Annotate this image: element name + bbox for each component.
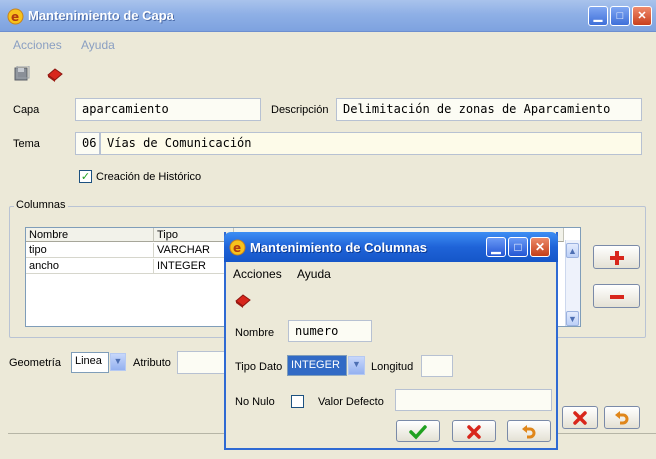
menu-ayuda[interactable]: Ayuda: [81, 38, 115, 52]
maximize-icon: □: [514, 240, 522, 254]
dialog-logo-icon: e: [229, 239, 246, 256]
plus-icon: [609, 251, 624, 265]
minimize-icon: ▁: [491, 240, 501, 254]
historico-checkbox[interactable]: ✓: [79, 170, 92, 183]
close-button[interactable]: ✕: [632, 6, 652, 26]
atributo-field[interactable]: [177, 351, 227, 374]
svg-text:e: e: [11, 10, 19, 24]
add-column-button[interactable]: [593, 245, 640, 269]
dialog-menu-ayuda[interactable]: Ayuda: [297, 267, 331, 281]
nombre-field[interactable]: numero: [288, 320, 372, 342]
capa-field[interactable]: aparcamiento: [75, 98, 261, 121]
header-tipo[interactable]: Tipo: [154, 228, 234, 242]
close-icon: ✕: [637, 10, 647, 22]
valor-defecto-label: Valor Defecto: [318, 396, 384, 408]
save-icon: [14, 65, 30, 81]
delete-toolbar-button[interactable]: [46, 66, 64, 82]
window-title: Mantenimiento de Capa: [28, 8, 174, 23]
tema-field[interactable]: Vías de Comunicación: [100, 132, 642, 155]
dialog-accept-button[interactable]: [396, 420, 440, 442]
dialog-title: Mantenimiento de Columnas: [250, 240, 427, 255]
tipo-dato-label: Tipo Dato: [235, 361, 283, 373]
descripcion-label: Descripción: [271, 104, 329, 116]
undo-icon: [522, 425, 536, 439]
dialog-maximize-button[interactable]: □: [508, 237, 528, 257]
menu-acciones[interactable]: Acciones: [13, 38, 62, 52]
dialog-cancel-button[interactable]: [452, 420, 496, 442]
minimize-button[interactable]: ▁: [588, 6, 608, 26]
cancel-button[interactable]: [562, 406, 598, 429]
table-cell[interactable]: VARCHAR: [154, 243, 234, 258]
cross-icon: [467, 425, 481, 439]
checkmark-icon: ✓: [80, 171, 91, 183]
dialog-close-button[interactable]: ✕: [530, 237, 550, 257]
geometria-select[interactable]: Linea: [71, 352, 109, 373]
scroll-down-button[interactable]: ▼: [566, 311, 579, 326]
columnas-group-title: Columnas: [14, 199, 68, 211]
no-nulo-label: No Nulo: [235, 396, 275, 408]
tema-code-field[interactable]: 06: [75, 132, 100, 155]
remove-column-button[interactable]: [593, 284, 640, 308]
longitud-label: Longitud: [371, 361, 414, 373]
tema-label: Tema: [13, 138, 40, 150]
historico-label: Creación de Histórico: [96, 171, 202, 183]
eraser-icon: [47, 68, 63, 82]
table-cell[interactable]: INTEGER: [154, 259, 234, 274]
cross-icon: [573, 411, 587, 425]
dialog-minimize-button[interactable]: ▁: [486, 237, 506, 257]
table-cell[interactable]: tipo: [26, 243, 154, 258]
app-logo-icon: e: [7, 8, 24, 25]
geometria-label: Geometría: [9, 357, 61, 369]
dialog-menu-acciones[interactable]: Acciones: [233, 267, 282, 281]
valor-defecto-field[interactable]: [395, 389, 552, 411]
capa-label: Capa: [13, 104, 40, 116]
undo-icon: [615, 411, 629, 425]
atributo-label: Atributo: [133, 357, 171, 369]
minimize-icon: ▁: [593, 10, 603, 22]
svg-text:e: e: [233, 241, 241, 255]
nombre-label: Nombre: [235, 327, 275, 339]
geometria-dropdown-button[interactable]: ▼: [110, 353, 126, 371]
chevron-down-icon: ▼: [352, 359, 361, 369]
close-icon: ✕: [534, 240, 546, 254]
undo-button[interactable]: [604, 406, 640, 429]
descripcion-field[interactable]: Delimitación de zonas de Aparcamiento: [336, 98, 642, 121]
no-nulo-checkbox[interactable]: [291, 395, 304, 408]
maximize-icon: □: [616, 10, 624, 22]
tipo-dato-select[interactable]: INTEGER: [287, 355, 347, 376]
dialog-delete-button[interactable]: [234, 292, 252, 308]
save-toolbar-button[interactable]: [14, 65, 30, 82]
longitud-field[interactable]: [421, 355, 453, 377]
table-cell[interactable]: ancho: [26, 259, 154, 274]
chevron-up-icon: ▲: [568, 246, 577, 256]
maximize-button[interactable]: □: [610, 6, 630, 26]
dialog-window: [224, 232, 558, 450]
eraser-icon: [235, 294, 251, 308]
scroll-up-button[interactable]: ▲: [566, 243, 579, 258]
checkmark-icon: [409, 425, 427, 440]
header-nombre[interactable]: Nombre: [26, 228, 154, 242]
dialog-undo-button[interactable]: [507, 420, 551, 442]
minus-icon: [609, 295, 624, 299]
tipo-dato-dropdown-button[interactable]: ▼: [348, 356, 365, 375]
chevron-down-icon: ▼: [568, 314, 577, 324]
chevron-down-icon: ▼: [113, 356, 123, 366]
